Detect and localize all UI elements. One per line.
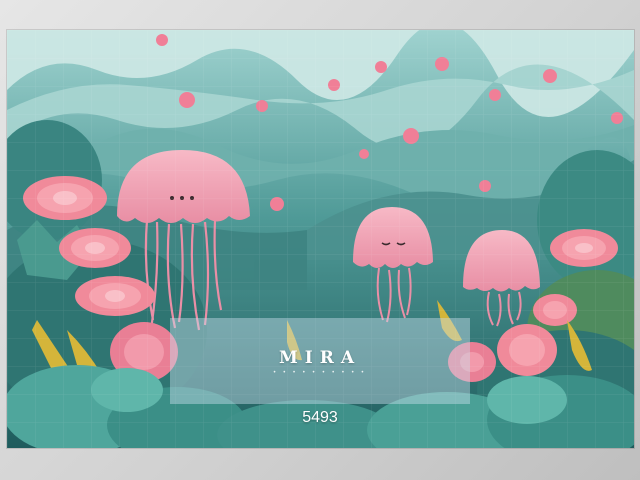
image-code: 5493: [302, 409, 338, 426]
watermark-dots: • • • • • • • • • •: [273, 370, 367, 376]
watermark-brand: MIRA: [278, 348, 362, 368]
watermark-panel: MIRA • • • • • • • • • •: [170, 318, 470, 404]
